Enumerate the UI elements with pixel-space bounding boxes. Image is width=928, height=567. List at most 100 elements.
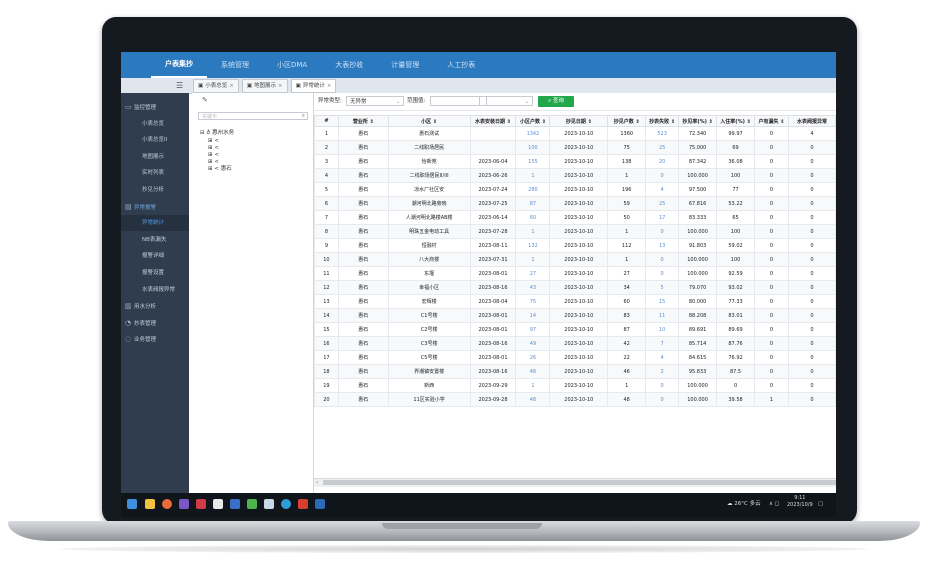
top-nav-item[interactable]: 人工抄表 — [433, 52, 489, 78]
sidebar-item[interactable]: NB表漏失 — [121, 232, 189, 248]
app-icon[interactable] — [213, 499, 223, 509]
tree-search-input[interactable]: 关键字 ⌕ — [198, 112, 308, 120]
wechat-icon[interactable] — [247, 499, 257, 509]
table-cell: 1 — [607, 378, 647, 393]
app-icon[interactable] — [230, 499, 240, 509]
tab-item[interactable]: ▣ 异常统计 × — [290, 79, 337, 93]
column-header[interactable]: # — [314, 115, 339, 127]
vs-icon[interactable] — [179, 499, 189, 509]
column-header[interactable]: 抄见率(%) ⇕ — [678, 115, 718, 127]
table-row[interactable]: 6 惠石 潮河明北路旁晓 2023-07-25 87 2023-10-10 59 25 67.8… — [314, 196, 836, 211]
notification-icon[interactable]: ▢ — [818, 499, 823, 509]
column-header[interactable]: 入住率(%) ⇕ — [716, 115, 756, 127]
page-icon: ▣ — [246, 83, 253, 89]
tab-item[interactable]: ▣ 小表总览 × — [193, 79, 239, 93]
tree-node[interactable]: ⊞ < — [208, 159, 219, 166]
tree-node[interactable]: ⊞ < — [208, 138, 219, 145]
app-icon[interactable] — [315, 499, 325, 509]
table-row[interactable]: 8 惠石 明珠五金电动工具 2023-07-28 1 2023-10-10 1 0 100.00… — [314, 224, 836, 239]
column-header[interactable]: 抄见日期 ⇕ — [549, 115, 609, 127]
table-row[interactable]: 16 惠石 C3号楼 2023-08-16 49 2023-10-10 42 7 85.714 8… — [314, 336, 836, 351]
table-row[interactable]: 18 惠石 界潮镇安置楼 2023-08-16 48 2023-10-10 46 2 95.83… — [314, 364, 836, 379]
type-select[interactable]: 无异常 ⌄ — [346, 96, 404, 106]
menu-toggle-icon[interactable]: ☰ — [176, 81, 183, 90]
table-cell: 100 — [716, 224, 756, 239]
top-nav-item[interactable]: 计量管理 — [377, 52, 433, 78]
tab-item[interactable]: ▣ 地图展示 × — [241, 79, 288, 93]
column-header[interactable]: 水表阀报异常 — [787, 115, 836, 127]
search-icon: ⌕ — [548, 98, 552, 104]
tree-node[interactable]: ⊞ < — [208, 152, 219, 159]
table-row[interactable]: 10 惠石 八大商楼 2023-07-31 1 2023-10-10 1 0 100.000 10… — [314, 252, 836, 267]
column-header[interactable]: 户有漏失 ⇕ — [754, 115, 789, 127]
horizontal-scrollbar[interactable]: ‹ — [314, 478, 836, 487]
pin-icon[interactable]: ✎ — [202, 96, 208, 104]
top-nav-item[interactable]: 户表集抄 — [151, 52, 207, 78]
table-row[interactable]: 12 惠石 幸福小区 2023-08-16 43 2023-10-10 34 5 79.070 9… — [314, 280, 836, 295]
table-row[interactable]: 1 惠石 惠石测试 1342 2023-10-10 1360 523 72.340 99.97 0… — [314, 126, 836, 141]
app-icon[interactable] — [264, 499, 274, 509]
table-row[interactable]: 11 惠石 东堰 2023-08-01 27 2023-10-10 27 0 100.000 92… — [314, 266, 836, 281]
table-row[interactable]: 4 惠石 二线职场居民II/III 2023-06-26 1 2023-10-10 1 0 10… — [314, 168, 836, 183]
table-row[interactable]: 20 惠石 11区实验小学 2023-09-28 48 2023-10-10 48 0 100.… — [314, 392, 836, 407]
table-row[interactable]: 9 惠石 恒融村 2023-08-11 132 2023-10-10 112 13 91.803… — [314, 238, 836, 253]
table-row[interactable]: 14 惠石 C1号楼 2023-08-01 14 2023-10-10 83 11 88.208… — [314, 308, 836, 323]
table-row[interactable]: 5 惠石 凉水厂社区安 2023-07-24 280 2023-10-10 196 4 97.5… — [314, 182, 836, 197]
sidebar-item[interactable]: 实时列表 — [121, 165, 189, 181]
sidebar-item[interactable]: 小表总览 — [121, 116, 189, 132]
tree-node-selected[interactable]: ⊞ < 惠石 — [208, 166, 232, 173]
column-header[interactable]: 小区户数 ⇕ — [515, 115, 551, 127]
tree-root[interactable]: ⊟ ♁ 惠州水务 — [200, 130, 234, 137]
top-nav-item[interactable]: 小区DMA — [263, 52, 321, 78]
range-select[interactable]: ⌄ — [479, 96, 533, 106]
tree-node[interactable]: ⊞ < — [208, 145, 219, 152]
query-button[interactable]: ⌕ 查询 — [538, 96, 574, 107]
sidebar-item[interactable]: 抄见分析 — [121, 182, 189, 198]
chevron-down-icon: ⌄ — [395, 99, 400, 105]
start-icon[interactable] — [127, 499, 137, 509]
search-icon[interactable]: ⌕ — [302, 112, 305, 120]
column-header[interactable]: 水表安装日期 ⇕ — [469, 115, 517, 127]
top-nav-item[interactable]: 大表抄收 — [321, 52, 377, 78]
browser-icon[interactable] — [162, 499, 172, 509]
sidebar-item[interactable]: ▭ 监控管理 — [121, 99, 189, 115]
wps-icon[interactable] — [298, 499, 308, 509]
sidebar-item[interactable]: 地图展示 — [121, 149, 189, 165]
sidebar-item[interactable]: 报警设置 — [121, 265, 189, 281]
top-nav-item[interactable]: 系统管理 — [207, 52, 263, 78]
scrollbar-thumb[interactable] — [323, 480, 836, 485]
table-row[interactable]: 3 惠石 怡新苑 2023-06-04 155 2023-10-10 138 20 87.342… — [314, 154, 836, 169]
close-icon[interactable]: × — [327, 80, 332, 92]
tree-root-label: 惠州水务 — [212, 130, 235, 136]
sidebar-item[interactable]: ▥ 用水分析 — [121, 298, 189, 314]
table-cell: 2023-10-10 — [549, 392, 609, 407]
sidebar-item[interactable]: 异常统计 — [121, 215, 189, 232]
sidebar-item[interactable]: ▤ 异常报警 — [121, 199, 189, 215]
table-row[interactable]: 7 惠石 人潮河明北路楼AB楼 2023-06-14 60 2023-10-10 50 17 8… — [314, 210, 836, 225]
table-row[interactable]: 19 惠石 新西 2023-09-29 1 2023-10-10 1 0 100.000 0 0 0 — [314, 378, 836, 393]
table-row[interactable]: 2 惠石 二线职场居民 100 2023-10-10 75 25 75.000 69 0 0 — [314, 140, 836, 155]
table-cell: 91.803 — [678, 238, 718, 253]
close-icon[interactable]: × — [229, 80, 234, 92]
column-header[interactable]: 抄表失败 ⇕ — [645, 115, 680, 127]
table-cell: 0 — [787, 336, 836, 351]
close-icon[interactable]: × — [278, 80, 283, 92]
sidebar-item[interactable]: ◔ 抄表管理 — [121, 315, 189, 331]
sidebar-item[interactable]: ◌ 业务管理 — [121, 331, 189, 347]
table-row[interactable]: 13 惠石 宏辉楼 2023-08-04 75 2023-10-10 60 15 80.000 7… — [314, 294, 836, 309]
scroll-left-icon[interactable]: ‹ — [316, 479, 318, 487]
table-row[interactable]: 15 惠石 C2号楼 2023-08-01 97 2023-10-10 87 10 89.691… — [314, 322, 836, 337]
table-cell: 0 — [754, 238, 789, 253]
sidebar-item[interactable]: 小表总览II — [121, 132, 189, 148]
clock[interactable]: 9:11 2023/10/9 — [787, 495, 813, 509]
sidebar-item[interactable]: 水表阀报异常 — [121, 282, 189, 298]
sidebar-item[interactable]: 报警详细 — [121, 248, 189, 264]
app-icon[interactable] — [196, 499, 206, 509]
tray-chevron-icon[interactable]: ∧ ◻ — [769, 499, 779, 509]
column-header[interactable]: 抄见户数 ⇕ — [607, 115, 647, 127]
edge-icon[interactable] — [281, 499, 291, 509]
column-header[interactable]: 小区 ⇕ — [387, 115, 471, 127]
explorer-icon[interactable] — [145, 499, 155, 509]
column-header[interactable]: 营业所 ⇕ — [337, 115, 389, 127]
table-row[interactable]: 17 惠石 C5号楼 2023-08-01 26 2023-10-10 22 4 84.615 7… — [314, 350, 836, 365]
